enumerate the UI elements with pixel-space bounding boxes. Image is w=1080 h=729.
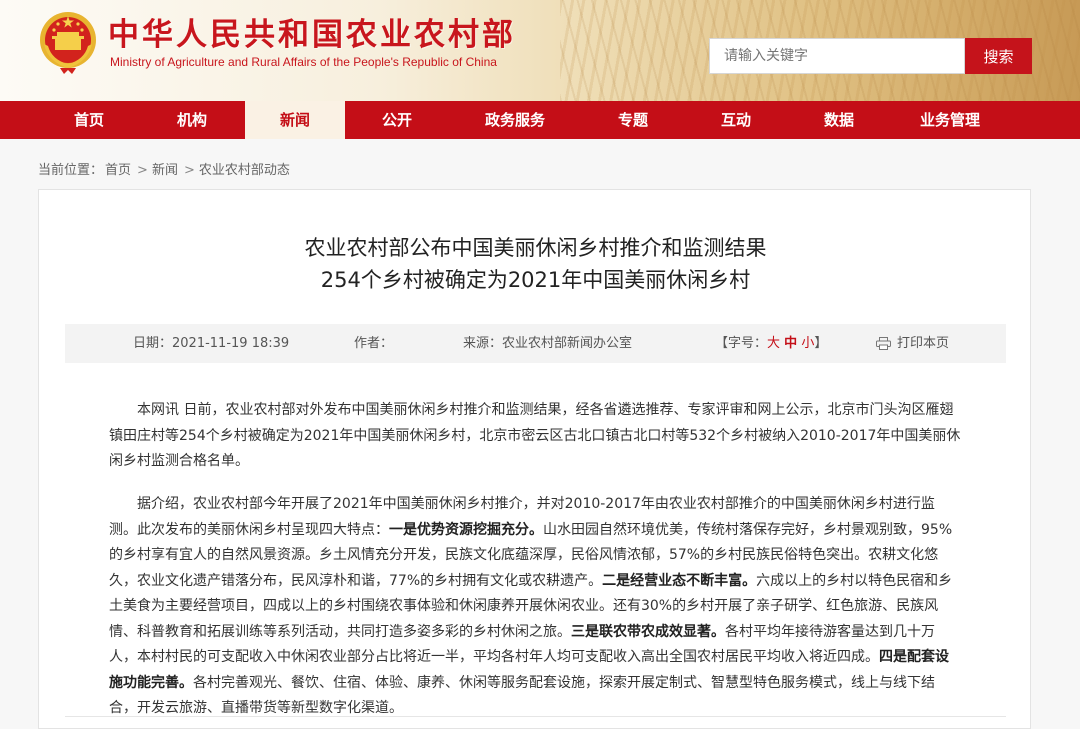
article-paragraph-1: 本网讯 日前，农业农村部对外发布中国美丽休闲乡村推介和监测结果，经各省遴选推荐、… (109, 402, 961, 469)
nav-item-news[interactable]: 新闻 (245, 101, 345, 139)
nav-item-public[interactable]: 公开 (347, 101, 447, 139)
font-size-controls: 【字号：大 中 小】 (715, 324, 827, 363)
printer-icon (876, 337, 891, 350)
site-header: 中华人民共和国农业农村部 Ministry of Agriculture and… (0, 0, 1080, 101)
article-title-line2: 254个乡村被确定为2021年中国美丽休闲乡村 (320, 268, 751, 292)
content-divider (65, 716, 1006, 717)
highlight-point-2: 二是经营业态不断丰富。 (602, 572, 757, 589)
source-label: 来源： (463, 336, 503, 351)
author-label: 作者： (354, 336, 394, 351)
breadcrumb-separator: > (137, 163, 148, 178)
nav-item-government-services[interactable]: 政务服务 (465, 101, 565, 139)
nav-item-home[interactable]: 首页 (39, 101, 139, 139)
date-label: 日期： (133, 336, 173, 351)
font-size-prefix: 【字号： (715, 336, 768, 351)
publish-date: 日期：2021-11-19 18:39 (133, 324, 289, 363)
nav-item-data[interactable]: 数据 (789, 101, 889, 139)
breadcrumb: 当前位置： 首页 > 新闻 > 农业农村部动态 (38, 159, 292, 178)
nav-item-institutions[interactable]: 机构 (142, 101, 242, 139)
date-value: 2021-11-19 18:39 (172, 336, 290, 351)
article-meta-bar: 日期：2021-11-19 18:39 作者： 来源：农业农村部新闻办公室 【字… (65, 324, 1006, 363)
nav-item-business-management[interactable]: 业务管理 (892, 101, 1008, 139)
main-nav: 首页 机构 新闻 公开 政务服务 专题 互动 数据 业务管理 (0, 101, 1080, 139)
breadcrumb-prefix: 当前位置： (38, 163, 104, 178)
highlight-point-3: 三是联农带农成效显著。 (571, 623, 725, 640)
font-size-small-link[interactable]: 小 (801, 336, 814, 351)
article-title-line1: 农业农村部公布中国美丽休闲乡村推介和监测结果 (304, 236, 767, 260)
paragraph-text: 各村完善观光、餐饮、住宿、体验、康养、休闲等服务配套设施，探索开展定制式、智慧型… (109, 674, 935, 717)
site-title[interactable]: 中华人民共和国农业农村部 (108, 9, 516, 54)
nav-item-interaction[interactable]: 互动 (686, 101, 786, 139)
article-paragraph-2: 据介绍，农业农村部今年开展了2021年中国美丽休闲乡村推介，并对2010-201… (109, 492, 962, 722)
font-size-large-link[interactable]: 大 (767, 336, 780, 351)
article-panel: 农业农村部公布中国美丽休闲乡村推介和监测结果 254个乡村被确定为2021年中国… (38, 189, 1031, 729)
breadcrumb-item-news[interactable]: 新闻 (152, 163, 178, 178)
national-emblem-icon[interactable] (38, 10, 98, 76)
search-button[interactable]: 搜索 (965, 38, 1032, 74)
font-size-medium-link[interactable]: 中 (784, 336, 797, 351)
highlight-point-1: 一是优势资源挖掘充分。 (389, 521, 543, 538)
search-input[interactable] (709, 38, 965, 74)
print-label: 打印本页 (897, 336, 950, 351)
font-size-suffix: 】 (814, 336, 828, 351)
print-page-link[interactable]: 打印本页 (876, 324, 949, 363)
article-source: 来源：农业农村部新闻办公室 (463, 324, 632, 363)
site-subtitle: Ministry of Agriculture and Rural Affair… (110, 55, 497, 69)
breadcrumb-item-ministry-news[interactable]: 农业农村部动态 (199, 163, 290, 178)
breadcrumb-item-home[interactable]: 首页 (105, 163, 131, 178)
nav-item-topics[interactable]: 专题 (583, 101, 683, 139)
source-value: 农业农村部新闻办公室 (502, 336, 633, 351)
breadcrumb-separator: > (183, 163, 195, 178)
